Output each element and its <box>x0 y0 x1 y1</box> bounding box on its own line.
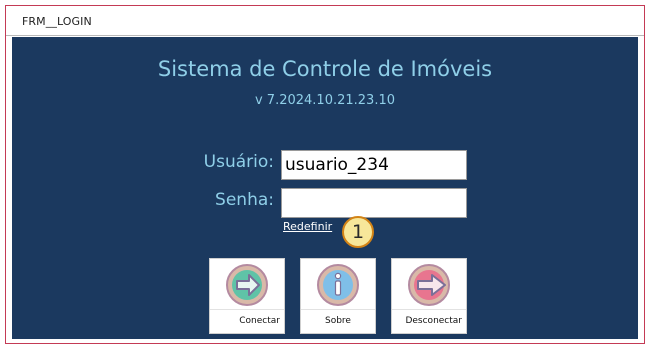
password-label: Senha: <box>215 190 274 210</box>
connect-button[interactable]: Conectar <box>209 258 285 334</box>
app-title: Sistema de Controle de Imóveis <box>157 57 493 81</box>
about-button-label: Sobre <box>325 316 351 326</box>
connect-icon-area <box>210 259 284 310</box>
arrow-right-circle-icon <box>226 264 268 306</box>
about-button[interactable]: Sobre <box>300 258 376 334</box>
window-title: FRM__LOGIN <box>22 15 92 28</box>
info-icon <box>317 264 359 306</box>
logout-arrow-icon <box>408 264 450 306</box>
window-titlebar: FRM__LOGIN <box>6 6 644 36</box>
reset-password-link[interactable]: Redefinir <box>283 220 332 233</box>
login-panel: Sistema de Controle de Imóveis v 7.2024.… <box>12 37 638 339</box>
username-label: Usuário: <box>203 152 274 172</box>
step-callout-badge: 1 <box>342 216 374 248</box>
username-input[interactable] <box>281 150 467 180</box>
login-window: FRM__LOGIN Sistema de Controle de Imóvei… <box>5 5 645 344</box>
version-label: v 7.2024.10.21.23.10 <box>254 93 395 108</box>
about-icon-area <box>301 259 375 310</box>
connect-button-label: Conectar <box>239 316 280 326</box>
disconnect-button[interactable]: Desconectar <box>391 258 467 334</box>
disconnect-button-label: Desconectar <box>405 316 462 326</box>
disconnect-icon-area <box>392 259 466 310</box>
password-input[interactable] <box>281 188 467 218</box>
